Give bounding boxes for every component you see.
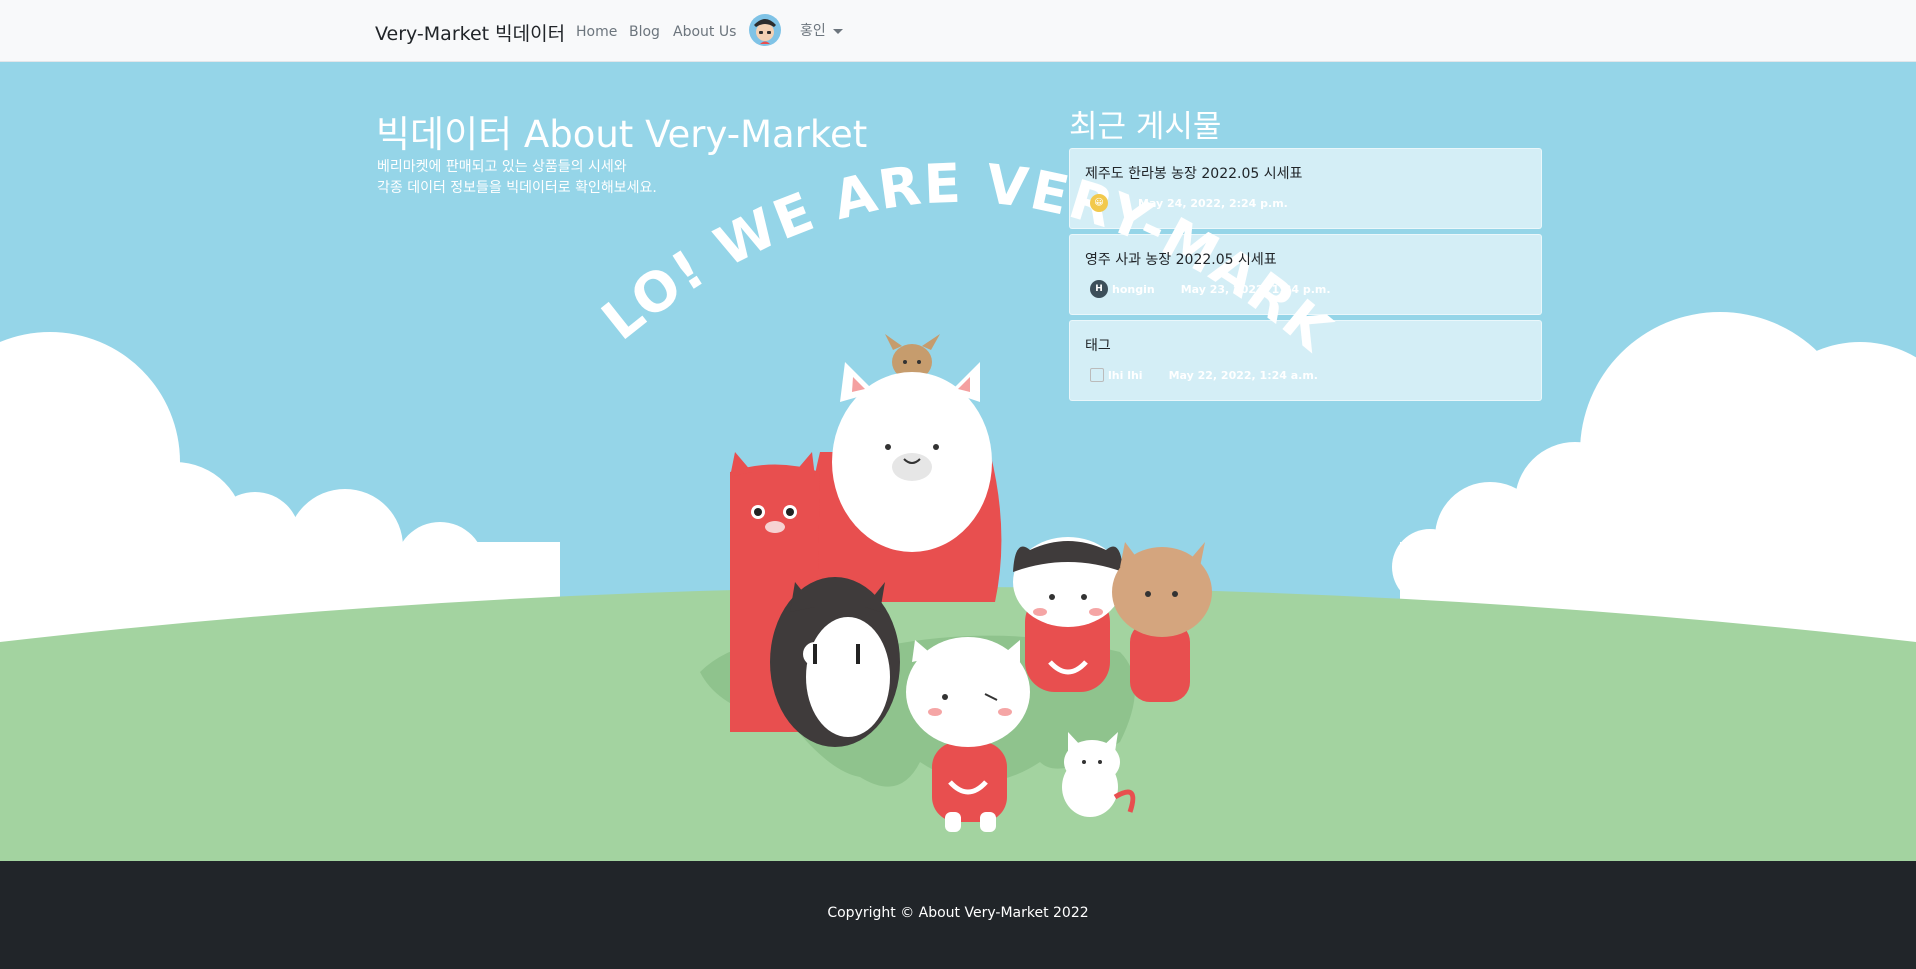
hero-subtitle: 베리마켓에 판매되고 있는 상품들의 시세와 각종 데이터 정보들을 빅데이터로… [377,157,657,199]
post-card[interactable]: 태그 lhi lhi May 22, 2022, 1:24 a.m. [1069,320,1542,401]
user-photo-icon: 😀 [1090,194,1108,212]
post-meta: lhi lhi May 22, 2022, 1:24 a.m. [1090,365,1318,385]
hello-banner: HELLO! WE ARE VERY-MARKET! [0,62,1342,364]
post-author: lhi lhi [1108,368,1143,382]
post-date: May 23, 2022, 1:34 p.m. [1180,282,1331,296]
nav-home-link[interactable]: Home [576,24,617,40]
broken-image-icon [1090,368,1104,382]
copyright-text: Copyright © About Very-Market 2022 [827,905,1089,921]
footer: Copyright © About Very-Market 2022 [0,861,1916,969]
post-card[interactable]: 제주도 한라봉 농장 2022.05 시세표 😀 May 24, 2022, 2… [1069,148,1542,229]
user-dropdown-label: 홍인 [800,23,826,39]
post-title[interactable]: 영주 사과 농장 2022.05 시세표 [1085,249,1277,269]
brand-link[interactable]: Very-Market 빅데이터 [375,19,565,46]
nav-about-link[interactable]: About Us [673,24,736,40]
nav-blog-link[interactable]: Blog [629,24,660,40]
hero-title: 빅데이터 About Very-Market [376,113,868,156]
post-card[interactable]: 영주 사과 농장 2022.05 시세표 H hongin May 23, 20… [1069,234,1542,315]
recent-posts-title: 최근 게시물 [1069,109,1222,145]
post-meta: H hongin May 23, 2022, 1:34 p.m. [1090,279,1331,299]
user-dropdown[interactable]: 홍인 [800,20,843,40]
post-date: May 22, 2022, 1:24 a.m. [1168,368,1318,382]
post-author: hongin [1112,282,1155,296]
top-navbar: Very-Market 빅데이터 Home Blog About Us 홍인 [0,0,1916,62]
post-title[interactable]: 제주도 한라봉 농장 2022.05 시세표 [1085,163,1302,183]
post-title[interactable]: 태그 [1085,335,1111,355]
initial-avatar-icon: H [1090,280,1108,298]
user-avatar[interactable] [748,13,782,47]
hero-subtitle-line1: 베리마켓에 판매되고 있는 상품들의 시세와 [377,159,627,175]
user-avatar-icon [749,14,781,46]
post-date: May 24, 2022, 2:24 p.m. [1138,196,1288,210]
post-meta: 😀 May 24, 2022, 2:24 p.m. [1090,193,1288,213]
hero-section: HELLO! WE ARE VERY-MARKET! 빅데이터 About Ve… [0,62,1916,861]
caret-down-icon [832,28,843,34]
hero-subtitle-line2: 각종 데이터 정보들을 빅데이터로 확인해보세요. [377,180,657,196]
